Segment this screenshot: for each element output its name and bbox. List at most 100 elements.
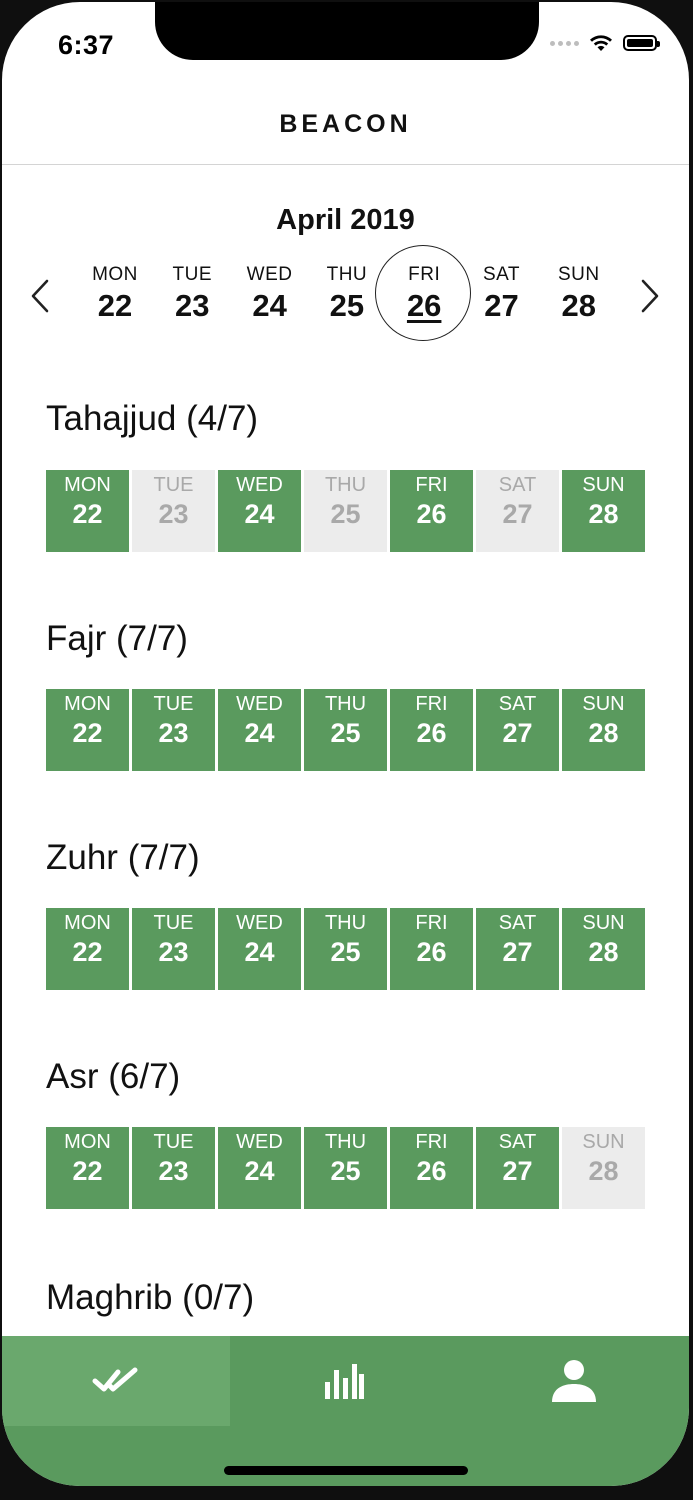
week-day-wed[interactable]: WED 24 xyxy=(232,264,308,324)
tab-profile[interactable] xyxy=(458,1336,689,1426)
day-tile-mon[interactable]: MON 22 xyxy=(46,470,129,552)
day-tile-tue[interactable]: TUE 23 xyxy=(132,908,215,990)
day-tile-sun[interactable]: SUN 28 xyxy=(562,908,645,990)
day-tile-sat[interactable]: SAT 27 xyxy=(476,689,559,771)
week-day-name: THU xyxy=(326,264,368,285)
day-tile-date: 26 xyxy=(416,937,447,967)
day-tile-date: 22 xyxy=(72,499,103,529)
day-tile-date: 27 xyxy=(502,1156,533,1186)
week-day-sat[interactable]: SAT 27 xyxy=(464,264,540,324)
week-day-date: 26 xyxy=(406,288,442,323)
day-tile-fri[interactable]: FRI 26 xyxy=(390,1127,473,1209)
day-tile-wed[interactable]: WED 24 xyxy=(218,470,301,552)
week-day-thu[interactable]: THU 25 xyxy=(309,264,385,324)
day-tile-mon[interactable]: MON 22 xyxy=(46,689,129,771)
day-tile-date: 25 xyxy=(330,937,361,967)
prayer-title: Asr (6/7) xyxy=(46,1057,181,1096)
day-tile-name: THU xyxy=(324,1131,367,1153)
day-tile-wed[interactable]: WED 24 xyxy=(218,908,301,990)
day-tile-date: 22 xyxy=(72,937,103,967)
person-icon xyxy=(551,1360,596,1402)
week-day-fri[interactable]: FRI 26 xyxy=(386,264,462,324)
day-tile-fri[interactable]: FRI 26 xyxy=(390,908,473,990)
day-tile-sat[interactable]: SAT 27 xyxy=(476,1127,559,1209)
day-tile-name: MON xyxy=(64,912,111,934)
day-tile-sun[interactable]: SUN 28 xyxy=(562,470,645,552)
week-day-tue[interactable]: TUE 23 xyxy=(154,264,230,324)
device-notch xyxy=(155,2,539,60)
day-tile-name: WED xyxy=(236,912,283,934)
day-tile-name: SUN xyxy=(582,693,625,715)
day-tile-name: SAT xyxy=(498,474,537,496)
day-tile-date: 27 xyxy=(502,499,533,529)
day-tile-mon[interactable]: MON 22 xyxy=(46,908,129,990)
week-day-name: SUN xyxy=(557,264,600,285)
day-tile-name: THU xyxy=(324,912,367,934)
prayer-title: Tahajjud (4/7) xyxy=(46,399,259,438)
day-tile-date: 27 xyxy=(502,937,533,967)
day-tile-wed[interactable]: WED 24 xyxy=(218,689,301,771)
day-tile-sun[interactable]: SUN 28 xyxy=(562,1127,645,1209)
day-tile-thu[interactable]: THU 25 xyxy=(304,908,387,990)
day-tile-name: TUE xyxy=(153,474,194,496)
day-tile-thu[interactable]: THU 25 xyxy=(304,689,387,771)
prayer-title: Maghrib (0/7) xyxy=(46,1278,255,1317)
day-tile-name: THU xyxy=(324,693,367,715)
day-tile-sun[interactable]: SUN 28 xyxy=(562,689,645,771)
next-week-button[interactable] xyxy=(632,274,668,318)
day-tile-name: TUE xyxy=(153,693,194,715)
day-tile-date: 22 xyxy=(72,1156,103,1186)
week-day-name: MON xyxy=(92,264,138,285)
week-day-date: 23 xyxy=(175,288,210,323)
day-tile-fri[interactable]: FRI 26 xyxy=(390,470,473,552)
day-tile-thu[interactable]: THU 25 xyxy=(304,1127,387,1209)
day-tile-tue[interactable]: TUE 23 xyxy=(132,689,215,771)
cellular-signal-icon xyxy=(550,40,579,46)
day-tile-name: SUN xyxy=(582,474,625,496)
tab-bar xyxy=(2,1336,689,1486)
week-day-mon[interactable]: MON 22 xyxy=(77,264,153,324)
day-tile-fri[interactable]: FRI 26 xyxy=(390,689,473,771)
day-tile-date: 28 xyxy=(588,499,619,529)
day-tile-name: FRI xyxy=(415,474,448,496)
chevron-left-icon xyxy=(31,279,49,313)
previous-week-button[interactable] xyxy=(22,274,58,318)
day-tile-sat[interactable]: SAT 27 xyxy=(476,470,559,552)
day-tile-date: 24 xyxy=(244,937,275,967)
day-tile-tue[interactable]: TUE 23 xyxy=(132,470,215,552)
status-indicators xyxy=(550,34,660,52)
wifi-icon xyxy=(590,35,612,51)
day-tile-date: 23 xyxy=(158,499,189,529)
week-day-date: 22 xyxy=(97,288,133,323)
day-tile-mon[interactable]: MON 22 xyxy=(46,1127,129,1209)
day-tile-sat[interactable]: SAT 27 xyxy=(476,908,559,990)
home-indicator[interactable] xyxy=(224,1466,468,1475)
week-day-name: TUE xyxy=(172,264,213,285)
week-day-date: 27 xyxy=(484,288,519,323)
battery-icon xyxy=(623,35,660,51)
day-tile-name: FRI xyxy=(415,693,448,715)
prayer-day-row: MON 22 TUE 23 WED 24 THU 25 FRI 26 SAT 27 SUN 28 xyxy=(46,1127,648,1209)
day-tile-date: 26 xyxy=(416,1156,447,1186)
day-tile-thu[interactable]: THU 25 xyxy=(304,470,387,552)
day-tile-date: 26 xyxy=(416,499,447,529)
day-tile-name: SAT xyxy=(498,912,537,934)
day-tile-wed[interactable]: WED 24 xyxy=(218,1127,301,1209)
tab-statistics[interactable] xyxy=(230,1336,458,1426)
day-tile-date: 23 xyxy=(158,718,189,748)
week-day-date: 25 xyxy=(329,288,365,323)
day-tile-date: 28 xyxy=(588,718,619,748)
week-day-sun[interactable]: SUN 28 xyxy=(541,264,617,324)
bar-chart-icon xyxy=(325,1364,364,1399)
day-tile-date: 26 xyxy=(416,718,447,748)
week-day-name: WED xyxy=(246,264,293,285)
prayer-day-row: MON 22 TUE 23 WED 24 THU 25 FRI 26 SAT 27 SUN 28 xyxy=(46,689,648,771)
day-tile-date: 28 xyxy=(588,1156,619,1186)
day-tile-name: FRI xyxy=(415,912,448,934)
day-tile-tue[interactable]: TUE 23 xyxy=(132,1127,215,1209)
phone-screen: 6:37 BEACON April 2019 MON 22 TUE 23 WED 24 TH… xyxy=(2,2,689,1486)
day-tile-name: MON xyxy=(64,1131,111,1153)
tab-tracker[interactable] xyxy=(2,1336,230,1426)
chevron-right-icon xyxy=(641,279,659,313)
day-tile-name: MON xyxy=(64,474,111,496)
